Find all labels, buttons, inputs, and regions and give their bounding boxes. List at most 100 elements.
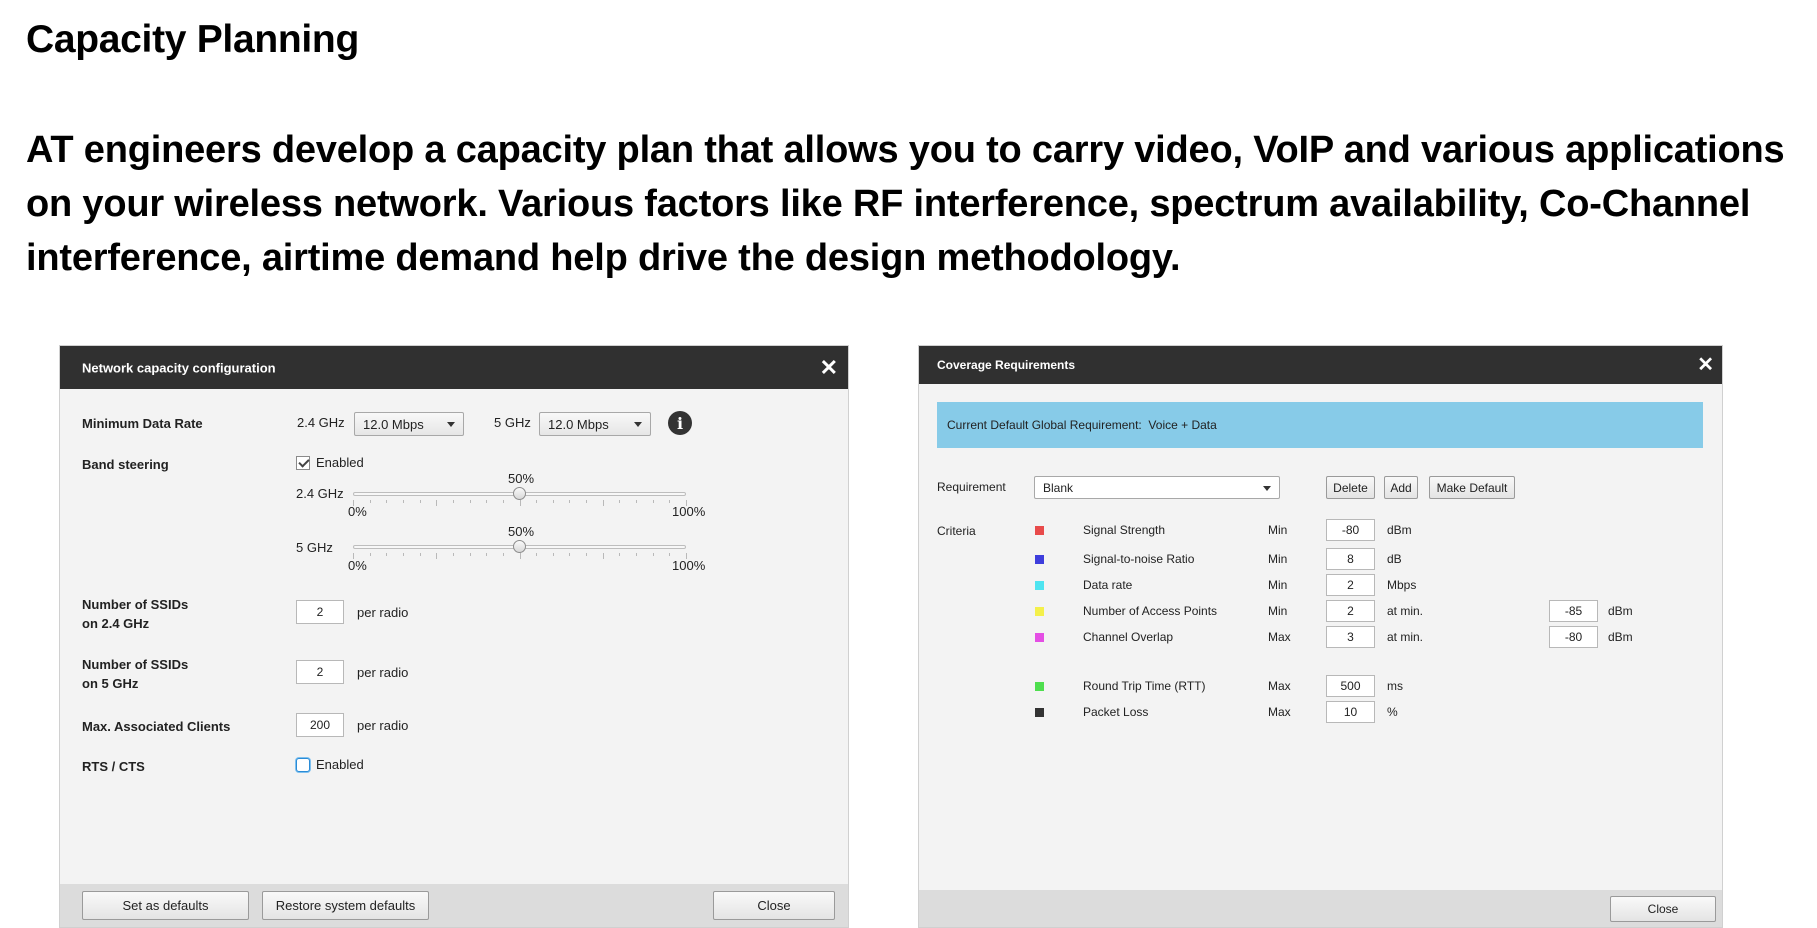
channel-overlap-swatch (1035, 633, 1044, 642)
slider-band-label: 5 GHz (296, 540, 333, 555)
criteria-value-input[interactable]: 8 (1326, 548, 1375, 570)
slider-tick (652, 553, 654, 556)
slider-tick (452, 500, 454, 503)
chevron-down-icon (1263, 485, 1271, 491)
rtt-swatch (1035, 682, 1044, 691)
criteria-name: Round Trip Time (RTT) (1083, 679, 1206, 693)
criteria-name: Signal-to-noise Ratio (1083, 552, 1195, 566)
dialog-title: Coverage Requirements (937, 358, 1076, 372)
criteria-value-input[interactable]: 2 (1326, 574, 1375, 596)
criteria-value-input[interactable]: 10 (1326, 701, 1375, 723)
slider-tick (586, 553, 588, 556)
slider-tick (469, 553, 471, 556)
criteria-name: Channel Overlap (1083, 630, 1174, 644)
slider-tick (686, 553, 687, 559)
dialog-footer: Close (919, 890, 1722, 927)
slider-max-label: 100% (672, 504, 706, 519)
slider-tick (353, 553, 354, 559)
slider-tick (552, 500, 554, 503)
slider-tick (669, 500, 671, 503)
ssids-24-input[interactable]: 2 (296, 600, 344, 624)
network-capacity-dialog: Network capacity configuration ✕ Minimum… (59, 345, 849, 928)
band-steering-enabled-label: Enabled (316, 455, 364, 470)
slider-tick (519, 553, 521, 559)
coverage-requirements-dialog: Coverage Requirements ✕ Current Default … (918, 345, 1723, 928)
criteria-unit: dB (1387, 552, 1402, 566)
slider-tick (569, 500, 571, 503)
criteria-limit: Max (1268, 679, 1291, 693)
dialog-title: Network capacity configuration (82, 360, 276, 375)
requirement-value: Blank (1043, 480, 1074, 495)
banner-text: Current Default Global Requirement: Voic… (947, 418, 1217, 432)
criteria-limit: Min (1268, 552, 1288, 566)
criteria-value-input[interactable]: 3 (1326, 626, 1375, 648)
slider-tick (469, 500, 471, 503)
slider-tick (386, 500, 388, 503)
band5-rate-select[interactable]: 12.0 Mbps (539, 412, 651, 436)
slider-tick (502, 553, 504, 556)
slider-value-label: 50% (508, 471, 535, 486)
slider-tick (619, 553, 621, 556)
ssids-24-label: Number of SSIDs on 2.4 GHz (82, 597, 189, 631)
ssids-5-label: Number of SSIDs on 5 GHz (82, 657, 189, 691)
delete-button[interactable]: Delete (1326, 476, 1375, 499)
rts-cts-enabled-label: Enabled (316, 757, 364, 772)
slider-tick (419, 553, 421, 556)
slider-tick (369, 500, 371, 503)
slider-tick (519, 500, 521, 506)
slider-tick (369, 553, 371, 556)
requirement-label: Requirement (937, 480, 1006, 494)
slider-thumb[interactable] (512, 540, 526, 553)
intro-paragraph: AT engineers develop a capacity plan tha… (26, 129, 1785, 279)
rts-cts-checkbox[interactable] (296, 758, 310, 772)
criteria-value-input[interactable]: -80 (1326, 519, 1375, 541)
criteria-value-input[interactable]: 500 (1326, 675, 1375, 697)
close-icon[interactable]: ✕ (820, 356, 838, 379)
criteria-extra-input[interactable]: -80 (1549, 626, 1598, 648)
criteria-name: Data rate (1083, 578, 1133, 592)
slider-tick (419, 500, 421, 503)
ssids-5-input[interactable]: 2 (296, 660, 344, 684)
criteria-unit: at min. (1387, 604, 1424, 618)
band24-rate-select[interactable]: 12.0 Mbps (354, 412, 464, 436)
slider-tick (536, 553, 538, 556)
set-as-defaults-button[interactable]: Set as defaults (82, 891, 249, 920)
criteria-unit: % (1387, 705, 1398, 719)
slider-tick (586, 500, 588, 503)
slider-tick (386, 553, 388, 556)
criteria-value-input[interactable]: 2 (1326, 600, 1375, 622)
slider-tick (669, 553, 671, 556)
make-default-button[interactable]: Make Default (1429, 476, 1515, 499)
criteria-name: Packet Loss (1083, 705, 1149, 719)
info-icon[interactable]: i (668, 411, 692, 435)
slider-min-label: 0% (348, 504, 367, 519)
criteria-limit: Max (1268, 705, 1291, 719)
chevron-down-icon (447, 422, 455, 427)
slider-tick (353, 500, 354, 506)
slider-min-label: 0% (348, 558, 367, 573)
max-clients-label: Max. Associated Clients (82, 719, 231, 734)
add-button[interactable]: Add (1384, 476, 1418, 499)
requirement-select[interactable]: Blank (1034, 476, 1280, 499)
slider-tick (552, 553, 554, 556)
criteria-unit: Mbps (1387, 578, 1417, 592)
slider-thumb[interactable] (512, 487, 526, 500)
close-icon[interactable]: ✕ (1697, 355, 1714, 375)
band24-rate-label: 2.4 GHz (297, 415, 345, 430)
close-button[interactable]: Close (1610, 896, 1716, 922)
ssids-5-unit: per radio (357, 665, 409, 680)
rts-cts-label: RTS / CTS (82, 759, 145, 774)
criteria-label: Criteria (937, 524, 976, 538)
band-steering-checkbox[interactable] (296, 456, 310, 470)
restore-defaults-button[interactable]: Restore system defaults (262, 891, 429, 920)
slider-tick (619, 500, 621, 503)
criteria-unit: ms (1387, 679, 1403, 693)
criteria-extra-input[interactable]: -85 (1549, 600, 1598, 622)
max-clients-input[interactable]: 200 (296, 713, 344, 737)
band5-rate-label: 5 GHz (494, 415, 531, 430)
criteria-limit: Min (1268, 578, 1288, 592)
slider-tick (652, 500, 654, 503)
close-button[interactable]: Close (713, 891, 835, 920)
access-points-swatch (1035, 607, 1044, 616)
slider-tick (536, 500, 538, 503)
